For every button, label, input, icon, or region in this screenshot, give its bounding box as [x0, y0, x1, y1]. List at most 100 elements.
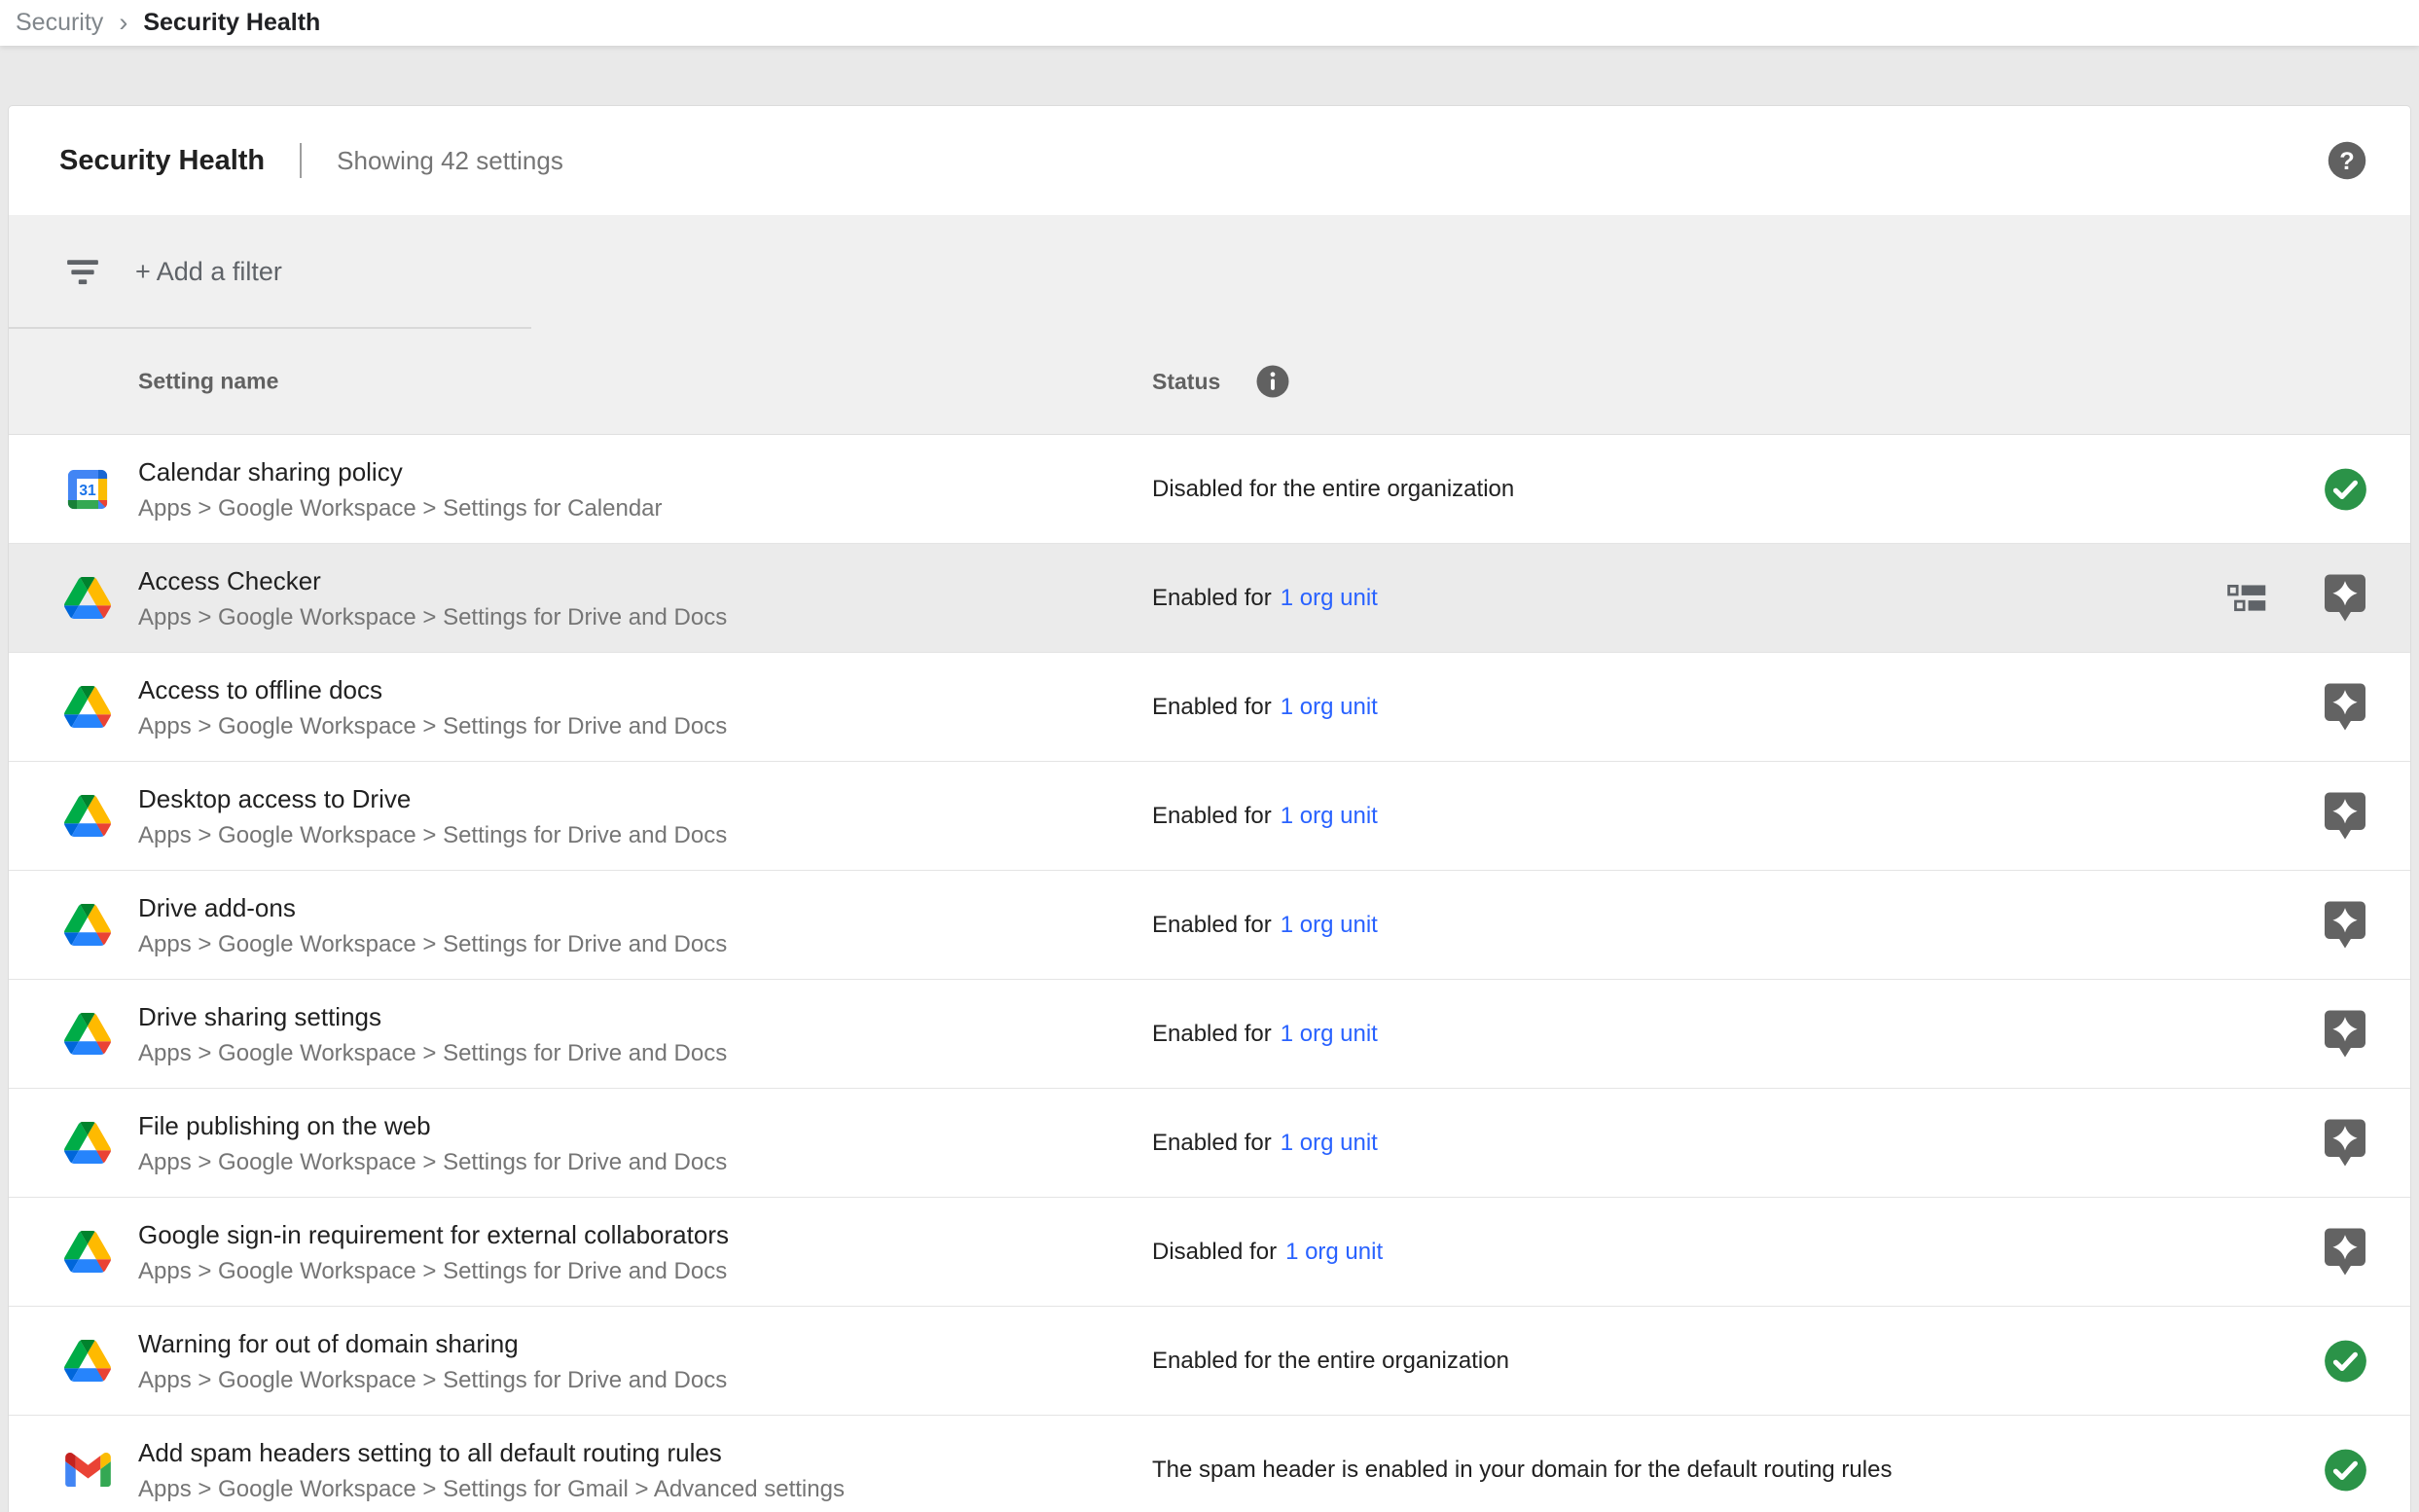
status-cell: Enabled for 1 org unit [1152, 694, 1378, 721]
row-trailing-cell [2323, 1010, 2367, 1059]
app-icon-cell: 31 [62, 1337, 113, 1386]
filter-and-header-zone: + Add a filter Setting name Status [9, 215, 2410, 435]
recommendation-icon[interactable] [2325, 901, 2365, 950]
row-trailing-cell [2323, 901, 2367, 950]
google-calendar-icon: 31 [66, 468, 109, 511]
setting-name: Desktop access to Drive [138, 781, 727, 816]
org-unit-link[interactable]: 1 org unit [1285, 1239, 1383, 1266]
breadcrumb-parent-link[interactable]: Security [16, 9, 103, 37]
status-column-label: Status [1152, 369, 1220, 395]
recommendation-icon[interactable] [2325, 1228, 2365, 1277]
settings-list: 31 Calendar sharing policy [9, 435, 2410, 1512]
app-icon-cell: 31 [62, 1119, 113, 1168]
status-text: Enabled for [1152, 912, 1272, 939]
help-button[interactable]: ? [2327, 140, 2367, 181]
setting-path: Apps > Google Workspace > Settings for D… [138, 1147, 727, 1178]
ou-distribution-icon [2227, 583, 2266, 614]
status-cell: Enabled for 1 org unit [1152, 912, 1378, 939]
status-text: Disabled for [1152, 1239, 1277, 1266]
status-ok-icon [2324, 1448, 2367, 1492]
app-icon-cell: 31 [62, 1446, 113, 1494]
status-cell: Enabled for the entire organization [1152, 1348, 1509, 1375]
org-unit-link[interactable]: 1 org unit [1281, 1021, 1378, 1048]
app-icon-cell: 31 [62, 574, 113, 623]
title-divider [300, 143, 302, 178]
add-filter-button[interactable]: + Add a filter [135, 257, 282, 287]
app-icon-cell: 31 [62, 683, 113, 732]
table-row[interactable]: 31 Access to offline docs [9, 653, 2410, 762]
card-header: Security Health Showing 42 settings ? [9, 106, 2410, 215]
row-trailing-cell [2323, 683, 2367, 732]
google-drive-icon [64, 904, 111, 946]
table-row[interactable]: 31 Desktop access to Drive [9, 762, 2410, 871]
recommendation-icon[interactable] [2325, 1119, 2365, 1168]
table-row[interactable]: 31 Calendar sharing policy [9, 435, 2410, 544]
status-cell: Disabled for 1 org unit [1152, 1239, 1383, 1266]
status-text: Disabled for the entire organization [1152, 476, 1514, 503]
google-drive-icon [64, 577, 111, 619]
status-text: The spam header is enabled in your domai… [1152, 1457, 1892, 1484]
setting-cell: Drive add-ons Apps > Google Workspace > … [138, 890, 727, 960]
status-ok-icon [2324, 1339, 2367, 1383]
status-cell: Enabled for 1 org unit [1152, 803, 1378, 830]
status-cell: Enabled for 1 org unit [1152, 1021, 1378, 1048]
org-unit-link[interactable]: 1 org unit [1281, 694, 1378, 721]
app-icon-cell: 31 [62, 792, 113, 841]
google-drive-icon [64, 795, 111, 837]
org-unit-link[interactable]: 1 org unit [1281, 585, 1378, 612]
app-icon-cell: 31 [62, 465, 113, 514]
recommendation-icon[interactable] [2325, 1010, 2365, 1059]
settings-count: Showing 42 settings [337, 146, 563, 176]
status-text: Enabled for [1152, 585, 1272, 612]
status-text: Enabled for [1152, 694, 1272, 721]
org-unit-link[interactable]: 1 org unit [1281, 1130, 1378, 1157]
setting-cell: Drive sharing settings Apps > Google Wor… [138, 999, 727, 1069]
info-icon[interactable] [1255, 364, 1290, 399]
setting-cell: Access Checker Apps > Google Workspace >… [138, 563, 727, 633]
recommendation-icon[interactable] [2325, 574, 2365, 623]
svg-text:31: 31 [79, 482, 96, 498]
setting-path: Apps > Google Workspace > Settings for D… [138, 711, 727, 742]
row-trailing-cell [2323, 1339, 2367, 1383]
setting-name: File publishing on the web [138, 1108, 727, 1143]
setting-path: Apps > Google Workspace > Settings for G… [138, 1474, 845, 1505]
table-row[interactable]: 31 Warning for out of doma [9, 1307, 2410, 1416]
row-trailing-cell [2323, 1119, 2367, 1168]
google-drive-icon [64, 1013, 111, 1055]
table-row[interactable]: 31 File publishing on the [9, 1089, 2410, 1198]
status-text: Enabled for [1152, 1021, 1272, 1048]
row-trailing-cell [2323, 574, 2367, 623]
recommendation-icon[interactable] [2325, 792, 2365, 841]
status-ok-icon [2324, 467, 2367, 511]
setting-cell: Access to offline docs Apps > Google Wor… [138, 672, 727, 742]
status-cell: Enabled for 1 org unit [1152, 1130, 1378, 1157]
setting-cell: File publishing on the web Apps > Google… [138, 1108, 727, 1178]
table-row[interactable]: 31 Google sign-in requirem [9, 1198, 2410, 1307]
org-unit-link[interactable]: 1 org unit [1281, 803, 1378, 830]
setting-name: Drive add-ons [138, 890, 727, 925]
org-unit-link[interactable]: 1 org unit [1281, 912, 1378, 939]
security-health-card: Security Health Showing 42 settings ? + … [8, 105, 2411, 1512]
gmail-icon [65, 1453, 111, 1487]
status-text: Enabled for [1152, 803, 1272, 830]
setting-name: Warning for out of domain sharing [138, 1326, 727, 1361]
setting-name: Access to offline docs [138, 672, 727, 707]
setting-name: Google sign-in requirement for external … [138, 1217, 729, 1252]
table-row[interactable]: 31 Add spam headers settin [9, 1416, 2410, 1512]
svg-text:?: ? [2339, 148, 2355, 175]
setting-cell: Google sign-in requirement for external … [138, 1217, 729, 1287]
status-text: Enabled for [1152, 1130, 1272, 1157]
setting-cell: Add spam headers setting to all default … [138, 1435, 845, 1505]
row-trailing-cell [2323, 467, 2367, 511]
table-row[interactable]: 31 Access Checker Ap [9, 544, 2410, 653]
table-row[interactable]: 31 Drive sharing settings [9, 980, 2410, 1089]
google-drive-icon [64, 1340, 111, 1382]
table-row[interactable]: 31 Drive add-ons App [9, 871, 2410, 980]
status-cell: The spam header is enabled in your domai… [1152, 1457, 1892, 1484]
column-header-status: Status [1152, 364, 1290, 399]
help-icon: ? [2327, 140, 2367, 181]
column-header-setting-name: Setting name [138, 369, 278, 395]
recommendation-icon[interactable] [2325, 683, 2365, 732]
setting-cell: Calendar sharing policy Apps > Google Wo… [138, 454, 663, 524]
setting-name: Calendar sharing policy [138, 454, 663, 489]
